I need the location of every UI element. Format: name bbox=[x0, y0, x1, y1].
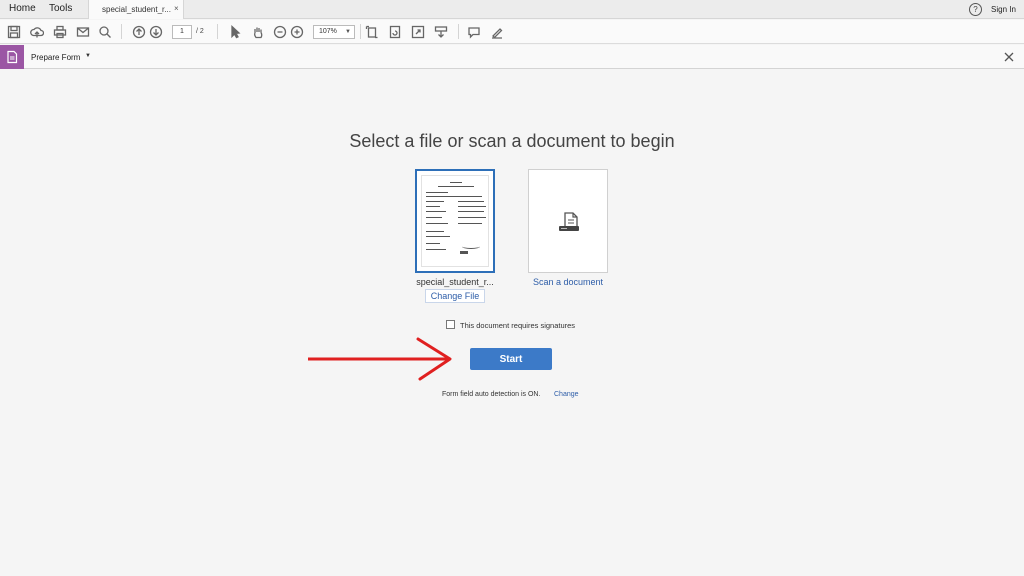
scan-document-card[interactable] bbox=[528, 169, 608, 273]
start-button[interactable]: Start bbox=[470, 348, 552, 370]
home-menu[interactable]: Home bbox=[9, 3, 36, 14]
document-tab-label: special_student_r... bbox=[102, 5, 171, 14]
red-arrow-annotation bbox=[308, 337, 452, 381]
prepare-form-icon[interactable] bbox=[0, 45, 24, 69]
change-file-button[interactable]: Change File bbox=[425, 289, 485, 303]
fit-page-icon[interactable] bbox=[364, 24, 379, 39]
full-screen-icon[interactable] bbox=[410, 24, 425, 39]
toolbar-separator bbox=[458, 24, 459, 39]
page-total: / 2 bbox=[196, 28, 204, 35]
detection-change-link[interactable]: Change bbox=[554, 391, 579, 398]
tool-pane-bar: Prepare Form ▼ bbox=[0, 45, 1024, 69]
print-icon[interactable] bbox=[52, 24, 67, 39]
rotate-icon[interactable] bbox=[387, 24, 402, 39]
save-icon[interactable] bbox=[6, 24, 21, 39]
scanner-icon bbox=[559, 212, 579, 231]
signature-checkbox-label: This document requires signatures bbox=[460, 321, 576, 330]
tool-title[interactable]: Prepare Form bbox=[31, 53, 80, 62]
zoom-out-icon[interactable] bbox=[272, 24, 287, 39]
menu-bar: Home Tools special_student_r... × ? Sign… bbox=[0, 0, 1024, 19]
page-number-input[interactable]: 1 bbox=[172, 25, 192, 39]
selected-file-card[interactable] bbox=[415, 169, 495, 273]
signature-checkbox[interactable] bbox=[446, 320, 455, 329]
help-icon[interactable]: ? bbox=[969, 3, 982, 16]
toolbar-separator bbox=[217, 24, 218, 39]
detection-status-text: Form field auto detection is ON. bbox=[442, 391, 541, 398]
file-name: special_student_r... bbox=[416, 277, 494, 287]
scan-document-link[interactable]: Scan a document bbox=[518, 277, 618, 287]
scroll-mode-icon[interactable] bbox=[433, 24, 448, 39]
page-heading: Select a file or scan a document to begi… bbox=[349, 131, 675, 151]
toolbar: 1 / 2 107% ▼ bbox=[0, 20, 1024, 44]
chevron-down-icon[interactable]: ▼ bbox=[85, 53, 91, 59]
sign-in-link[interactable]: Sign In bbox=[991, 5, 1016, 14]
hand-icon[interactable] bbox=[250, 24, 265, 39]
select-cursor-icon[interactable] bbox=[227, 24, 242, 39]
tools-menu[interactable]: Tools bbox=[49, 3, 72, 14]
comment-icon[interactable] bbox=[466, 24, 481, 39]
zoom-in-icon[interactable] bbox=[289, 24, 304, 39]
page-up-icon[interactable] bbox=[131, 24, 146, 39]
page-down-icon[interactable] bbox=[148, 24, 163, 39]
zoom-select[interactable]: 107% ▼ bbox=[313, 25, 355, 39]
document-thumbnail bbox=[421, 175, 489, 267]
close-icon[interactable] bbox=[1003, 50, 1015, 62]
cloud-upload-icon[interactable] bbox=[29, 24, 44, 39]
email-icon[interactable] bbox=[75, 24, 90, 39]
search-icon[interactable] bbox=[97, 24, 112, 39]
tab-close-icon[interactable]: × bbox=[174, 4, 179, 13]
toolbar-separator bbox=[121, 24, 122, 39]
document-tab[interactable]: special_student_r... × bbox=[88, 0, 184, 19]
sign-pen-icon[interactable] bbox=[489, 24, 504, 39]
zoom-value: 107% bbox=[319, 28, 337, 35]
toolbar-separator bbox=[360, 24, 361, 39]
chevron-down-icon: ▼ bbox=[345, 29, 351, 35]
